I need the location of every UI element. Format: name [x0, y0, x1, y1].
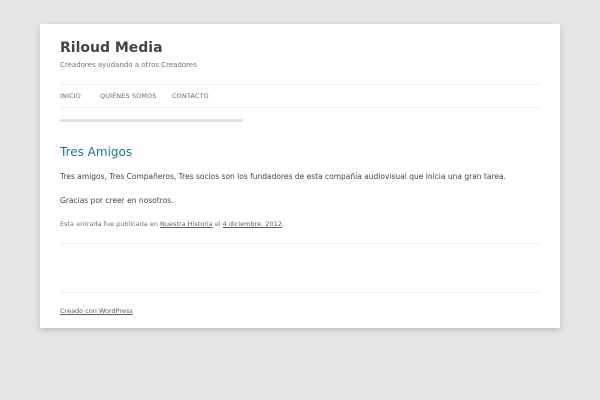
page-inner: Riloud Media Creadores ayudando a otros …: [60, 24, 540, 328]
date-link[interactable]: 4 diciembre, 2012: [223, 220, 282, 228]
post-divider: [60, 243, 540, 244]
post-paragraph-2: Gracias por creer en nosotros.: [60, 196, 174, 205]
entry-meta-date-prefix: el: [214, 220, 221, 228]
entry-meta: Esta entrada fue publicada en Nuestra Hi…: [60, 220, 284, 228]
post-paragraph-1: Tres amigos, Tres Compañeros, Tres socio…: [60, 172, 506, 181]
footer-credit-link[interactable]: Creado con WordPress: [60, 307, 133, 315]
entry-meta-suffix: .: [281, 220, 284, 228]
site-title[interactable]: Riloud Media: [60, 40, 163, 56]
loading-bar-fill: [60, 119, 243, 122]
category-link[interactable]: Nuestra Historia: [160, 220, 213, 228]
nav-item-inicio[interactable]: INICIO: [60, 92, 81, 100]
post-title[interactable]: Tres Amigos: [60, 145, 132, 159]
nav-item-quienes-somos[interactable]: QUIÉNES SOMOS: [100, 92, 156, 100]
loading-bar: [60, 119, 243, 122]
site-description: Creadores ayudando a otros Creadores: [60, 61, 197, 69]
nav-item-contacto[interactable]: CONTACTO: [172, 92, 209, 100]
page-container: Riloud Media Creadores ayudando a otros …: [40, 24, 560, 328]
main-navigation: INICIO QUIÉNES SOMOS CONTACTO: [60, 84, 540, 108]
footer-divider: [60, 292, 540, 293]
entry-meta-prefix: Esta entrada fue publicada en: [60, 220, 158, 228]
